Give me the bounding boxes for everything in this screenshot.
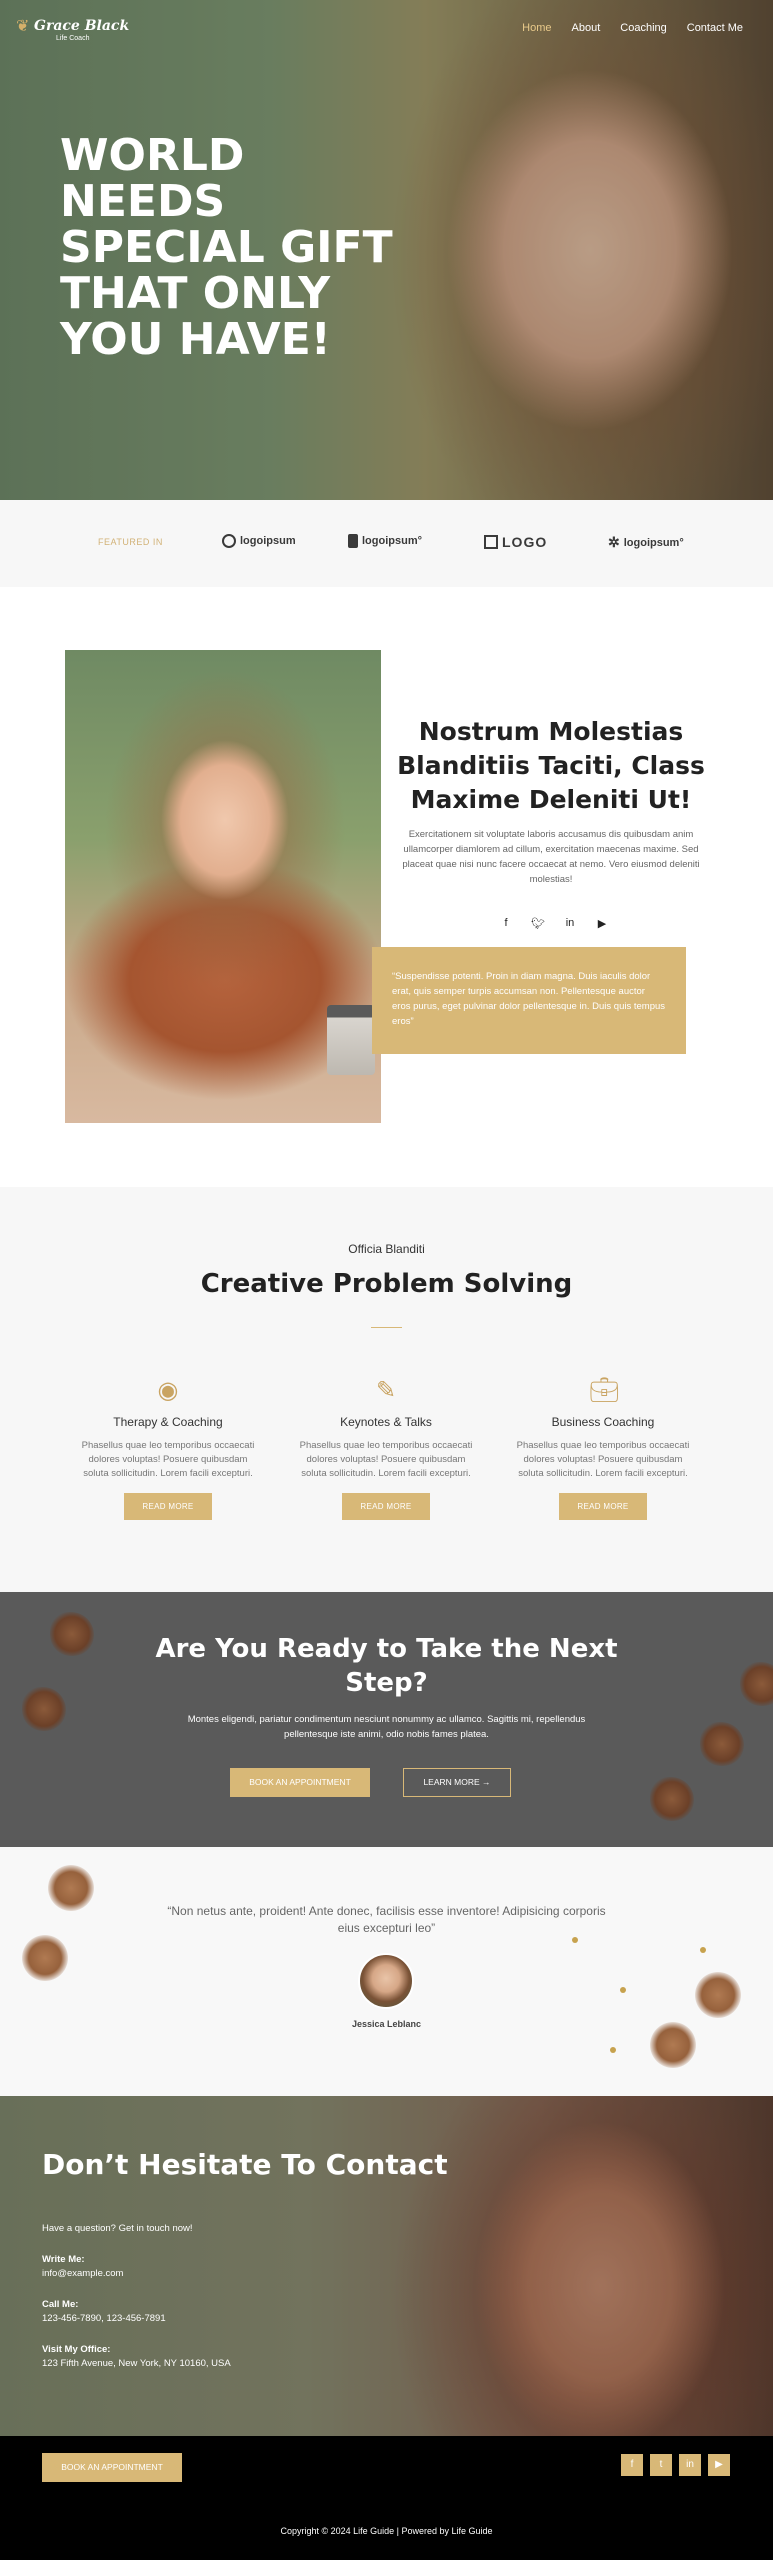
cta-title: Are You Ready to Take the Next Step? (155, 1634, 618, 1698)
golden-flake-decoration (700, 1947, 706, 1953)
golden-flake-decoration (610, 2047, 616, 2053)
linkedin-icon[interactable]: in (679, 2454, 701, 2476)
twitter-icon[interactable]: 🐦︎ (530, 917, 546, 930)
contact-label: Visit My Office: (42, 2344, 111, 2355)
nav-item-coaching[interactable]: Coaching (620, 22, 666, 34)
logo-mark-icon (222, 534, 236, 548)
user-circle-icon: ◉ (157, 1377, 179, 1404)
main-nav: Home About Coaching Contact Me (522, 22, 743, 34)
nav-item-contact[interactable]: Contact Me (687, 22, 743, 34)
service-title: Business Coaching (551, 1415, 655, 1429)
copyright: Copyright © 2024 Life Guide | Powered by… (280, 2526, 493, 2536)
partner-logo-text: logoipsum (240, 535, 296, 547)
pencil-icon: ✎ (375, 1377, 397, 1404)
service-text: Phasellus quae leo temporibus occaecati … (299, 1440, 473, 1479)
pinecone-decoration (650, 1777, 694, 1821)
twitter-icon[interactable]: t (650, 2454, 672, 2476)
read-more-button[interactable]: READ MORE (559, 1493, 647, 1520)
partner-logo-text: logoipsum° (362, 535, 423, 547)
nav-item-home[interactable]: Home (522, 22, 551, 34)
avatar (358, 1953, 414, 2009)
pinecone-decoration (22, 1935, 68, 1981)
services-title: Creative Problem Solving (200, 1269, 573, 1299)
contact-phone[interactable]: 123-456-7890, 123-456-7891 (42, 2313, 448, 2324)
facebook-icon[interactable]: f (621, 2454, 643, 2476)
logo-mark-icon (348, 534, 358, 548)
contact-lead: Have a question? Get in touch now! (42, 2223, 193, 2234)
hero-section: ❦ Grace Black Life Coach Home About Coac… (0, 0, 773, 500)
book-appointment-button[interactable]: BOOK AN APPOINTMENT (230, 1768, 370, 1797)
facebook-icon[interactable]: f (498, 917, 514, 930)
service-card: ✎ Keynotes & Talks Phasellus quae leo te… (286, 1377, 486, 1520)
service-card: ◉ Therapy & Coaching Phasellus quae leo … (68, 1377, 268, 1520)
partner-logo-3: LOGO (484, 534, 547, 550)
about-section: Nostrum Molestias Blanditiis Taciti, Cla… (0, 587, 773, 1187)
testimonial-quote: “Non netus ante, proident! Ante donec, f… (167, 1904, 606, 1935)
asterisk-logo-icon: ✲ (608, 534, 620, 550)
about-title: Nostrum Molestias Blanditiis Taciti, Cla… (397, 717, 705, 814)
testimonial-author: Jessica Leblanc (351, 2019, 422, 2029)
footer-book-appointment-button[interactable]: BOOK AN APPOINTMENT (42, 2453, 182, 2482)
service-text: Phasellus quae leo temporibus occaecati … (516, 1440, 690, 1479)
golden-flake-decoration (620, 1987, 626, 1993)
leaf-icon: ❦ (16, 18, 30, 35)
partner-logo-text: LOGO (502, 534, 548, 550)
partner-logo-text: logoipsum° (623, 536, 684, 549)
service-text: Phasellus quae leo temporibus occaecati … (81, 1440, 255, 1479)
service-title: Therapy & Coaching (113, 1415, 223, 1429)
services-kicker: Officia Blanditi (348, 1242, 425, 1256)
partner-logo-4: ✲ logoipsum° (608, 534, 684, 551)
contact-email[interactable]: info@example.com (42, 2268, 448, 2279)
contact-address: 123 Fifth Avenue, New York, NY 10160, US… (42, 2358, 231, 2369)
partner-logo-1: logoipsum (222, 534, 296, 548)
footer: BOOK AN APPOINTMENT f t in ▶ Copyright ©… (0, 2436, 773, 2560)
read-more-button[interactable]: READ MORE (124, 1493, 212, 1520)
testimonial-section: “Non netus ante, proident! Ante donec, f… (0, 1847, 773, 2096)
cta-text: Montes eligendi, pariatur condimentum ne… (187, 1714, 586, 1740)
nav-item-about[interactable]: About (572, 22, 601, 34)
contact-label: Write Me: (42, 2254, 85, 2265)
service-card: 💼︎ Business Coaching Phasellus quae leo … (503, 1377, 703, 1520)
about-text: Exercitationem sit voluptate laboris acc… (402, 829, 700, 885)
golden-flake-decoration (572, 1937, 578, 1943)
coach-photo (65, 650, 381, 1123)
services-section: Officia Blanditi Creative Problem Solvin… (0, 1187, 773, 1592)
about-social-links: f 🐦︎ in ▶ (498, 917, 610, 930)
partner-logo-2: logoipsum° (348, 534, 422, 548)
coffee-cup-image (327, 1005, 375, 1075)
youtube-icon[interactable]: ▶ (708, 2454, 730, 2476)
divider (371, 1327, 402, 1328)
hero-title: WORLD NEEDS SPECIAL GIFT THAT ONLY YOU H… (60, 130, 393, 365)
brand-logo[interactable]: ❦ Grace Black Life Coach (16, 18, 130, 42)
cta-section: Are You Ready to Take the Next Step? Mon… (0, 1592, 773, 1847)
pinecone-decoration (700, 1722, 744, 1766)
featured-label: FEATURED IN (98, 537, 163, 547)
contact-title: Don’t Hesitate To Contact (42, 2148, 448, 2181)
youtube-icon[interactable]: ▶ (594, 917, 610, 930)
contact-label: Call Me: (42, 2299, 79, 2310)
read-more-button[interactable]: READ MORE (342, 1493, 430, 1520)
service-title: Keynotes & Talks (340, 1415, 432, 1429)
linkedin-icon[interactable]: in (562, 917, 578, 930)
brand-tagline: Life Coach (56, 35, 90, 42)
quote-box: “Suspendisse potenti. Proin in diam magn… (372, 947, 686, 1054)
learn-more-button[interactable]: LEARN MORE → (403, 1768, 511, 1797)
featured-strip: FEATURED IN logoipsum logoipsum° LOGO ✲ … (0, 500, 773, 587)
logo-mark-icon (484, 535, 498, 549)
pinecone-decoration (695, 1972, 741, 2018)
pinecone-decoration (48, 1865, 94, 1911)
briefcase-clock-icon: 💼︎ (589, 1377, 620, 1404)
footer-social-links: f t in ▶ (621, 2454, 730, 2476)
brand-name: Grace Black (34, 18, 130, 34)
contact-section: Don’t Hesitate To Contact Have a questio… (0, 2096, 773, 2436)
